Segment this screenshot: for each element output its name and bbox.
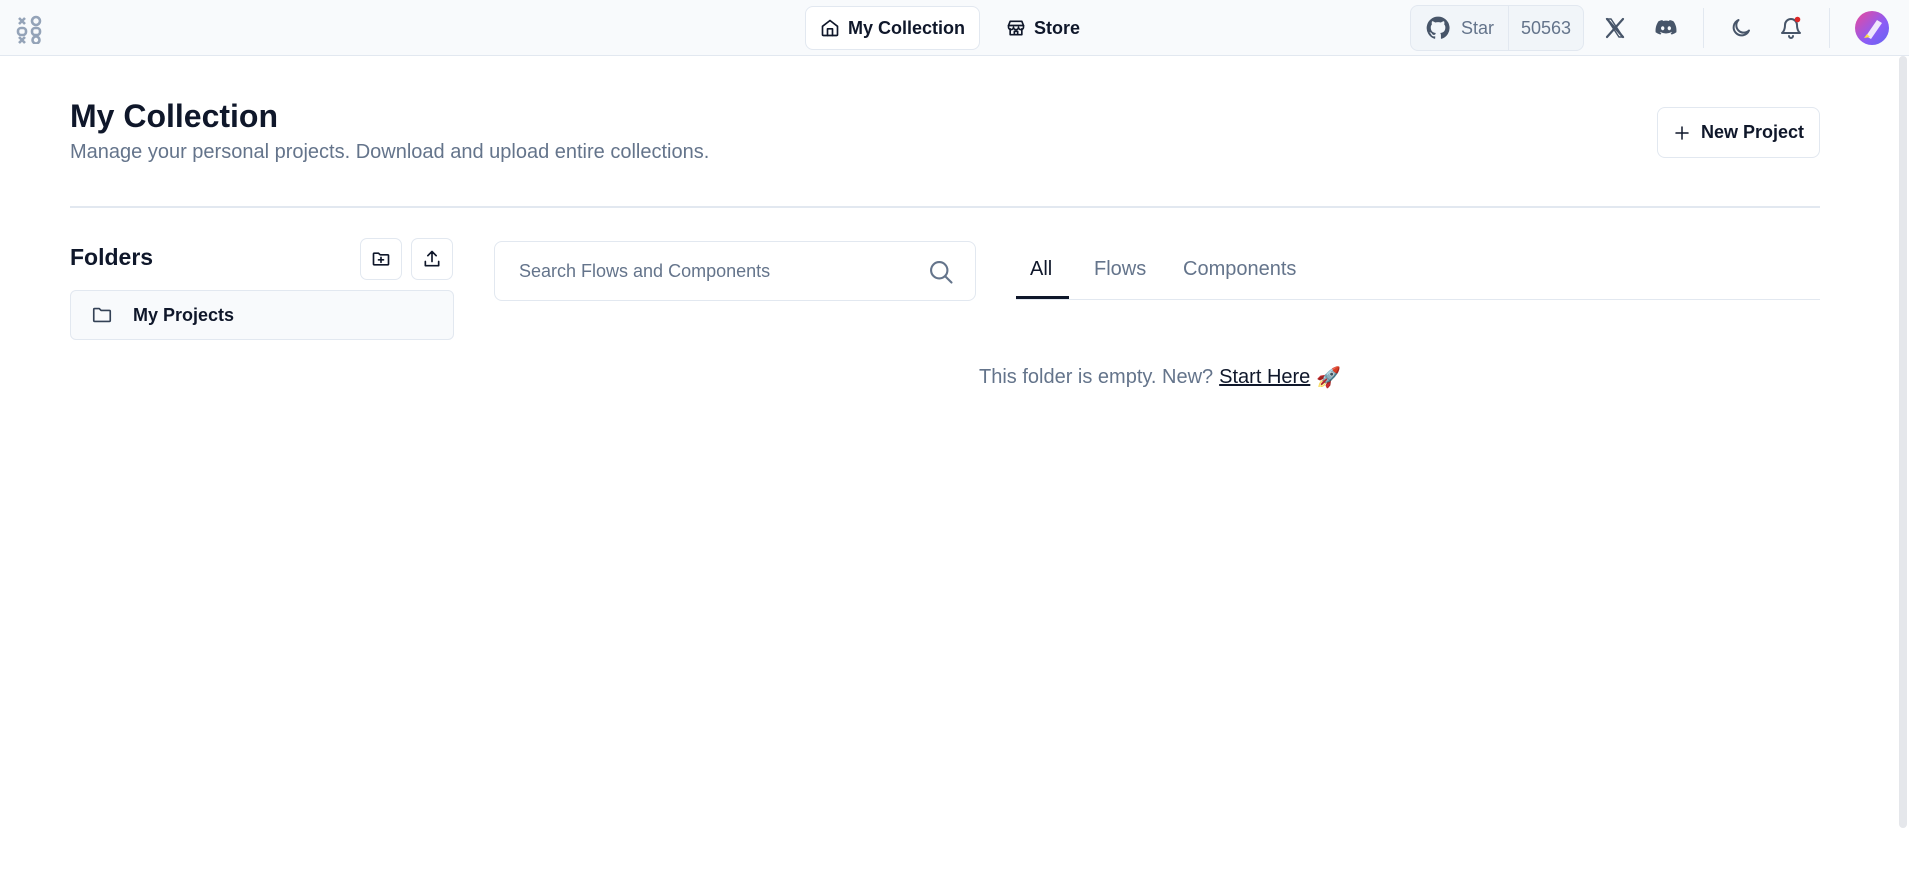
top-bar: My Collection Store Star 50563 xyxy=(0,0,1909,56)
add-folder-button[interactable] xyxy=(360,238,402,280)
nav-store[interactable]: Store xyxy=(992,6,1094,50)
header-divider xyxy=(70,206,1820,208)
folders-title: Folders xyxy=(70,244,154,270)
moon-icon[interactable] xyxy=(1727,14,1755,42)
bell-icon[interactable] xyxy=(1777,14,1805,42)
new-project-label: New Project xyxy=(1700,122,1805,142)
github-icon xyxy=(1426,16,1450,39)
upload-button[interactable] xyxy=(411,238,453,280)
github-star-count: 50563 xyxy=(1521,17,1572,38)
active-tab-indicator xyxy=(1016,296,1069,299)
search-icon[interactable] xyxy=(927,258,955,286)
new-project-button[interactable]: New Project xyxy=(1657,107,1820,158)
folder-plus-icon xyxy=(372,252,390,266)
plus-icon xyxy=(1675,125,1689,140)
search-box xyxy=(494,241,976,301)
app-logo-icon[interactable] xyxy=(16,14,44,44)
folder-icon xyxy=(92,307,112,323)
empty-state: This folder is empty. New? Start Here 🚀 xyxy=(979,365,1341,390)
tab-flows[interactable]: Flows xyxy=(1094,258,1146,281)
tab-all[interactable]: All xyxy=(1030,258,1052,281)
search-input[interactable] xyxy=(519,242,919,300)
tab-bar: All Flows Components xyxy=(1016,240,1820,300)
avatar[interactable] xyxy=(1855,11,1889,45)
nav-my-collection-label: My Collection xyxy=(848,17,966,38)
scrollbar[interactable] xyxy=(1899,56,1907,828)
upload-icon xyxy=(424,250,440,267)
github-star-label: Star xyxy=(1461,17,1495,38)
home-icon xyxy=(821,19,839,37)
nav-store-label: Store xyxy=(1034,17,1081,38)
tab-components[interactable]: Components xyxy=(1183,258,1296,281)
github-star-button[interactable]: Star xyxy=(1411,6,1510,50)
rocket-icon: 🚀 xyxy=(1316,367,1342,389)
github-star-widget[interactable]: Star 50563 xyxy=(1410,5,1585,51)
empty-state-text: This folder is empty. New? xyxy=(979,366,1214,388)
folder-item-label: My Projects xyxy=(133,304,235,325)
store-icon xyxy=(1007,20,1025,36)
nav-my-collection[interactable]: My Collection xyxy=(805,6,981,50)
page-subtitle: Manage your personal projects. Download … xyxy=(70,141,710,163)
start-here-link[interactable]: Start Here xyxy=(1219,366,1310,389)
notification-dot xyxy=(1794,16,1801,23)
x-icon[interactable] xyxy=(1601,14,1629,42)
folder-item-my-projects[interactable]: My Projects xyxy=(70,290,454,340)
divider xyxy=(1829,8,1830,48)
page-title: My Collection xyxy=(70,98,279,134)
divider xyxy=(1703,8,1704,48)
discord-icon[interactable] xyxy=(1652,14,1680,42)
